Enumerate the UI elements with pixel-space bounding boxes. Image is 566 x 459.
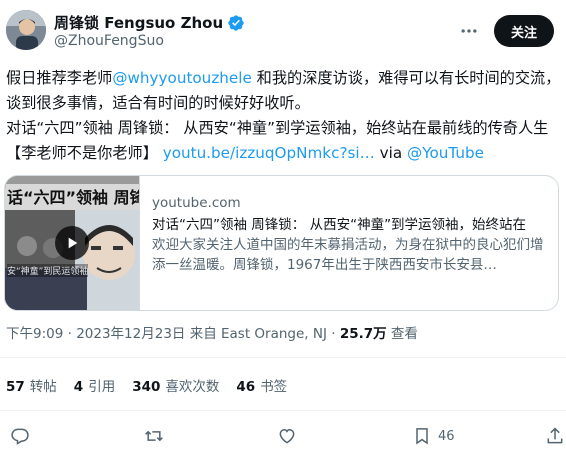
tweet-meta: 下午9:09 · 2023年12月23日 来自 East Orange, NJ …	[6, 322, 418, 342]
action-bar: 46	[0, 424, 566, 448]
via-youtube-link[interactable]: @YouTube	[407, 144, 484, 162]
video-thumbnail[interactable]: 话“六四”领袖 周锋 安“神童”到民运领袖	[5, 176, 139, 310]
divider	[0, 357, 566, 358]
quotes-count: 4	[73, 379, 84, 395]
quotes-stat[interactable]: 4 引用	[74, 375, 115, 395]
bookmarks-label: 书签	[260, 379, 288, 395]
card-domain: youtube.com	[152, 195, 241, 211]
author-name[interactable]: 周锋锁 Fengsuo Zhou	[54, 12, 223, 33]
retweets-label: 转帖	[29, 379, 57, 395]
bookmarks-stat[interactable]: 46 书签	[236, 375, 287, 395]
thumbnail-subtitle-text: 安“神童”到民运领袖	[7, 264, 89, 277]
heart-icon	[279, 428, 295, 444]
timestamp[interactable]: 下午9:09 · 2023年12月23日 来自 East Orange, NJ …	[6, 326, 340, 342]
likes-label: 喜欢次数	[165, 379, 220, 395]
thumbnail-title-text: 话“六四”领袖 周锋	[7, 188, 139, 207]
bookmark-icon	[416, 428, 428, 445]
card-title: 对话“六四”领袖 周锋锁： 从西安“神童”到学运领袖，始终站在	[152, 217, 527, 233]
likes-stat[interactable]: 340 喜欢次数	[132, 375, 219, 395]
avatar[interactable]	[6, 10, 46, 50]
tweet-text-part: 假日推荐李老师	[6, 69, 113, 87]
retweets-count: 57	[6, 379, 25, 395]
card-body: youtube.com 对话“六四”领袖 周锋锁： 从西安“神童”到学运领袖，始…	[139, 176, 558, 310]
card-description: 欢迎大家关注人道中国的年末募捐活动，为身在狱中的良心犯们增添一丝温暖。周锋锁，1…	[152, 237, 544, 273]
mention-link[interactable]: @whyyoutouzhele	[112, 69, 252, 87]
link-preview-card[interactable]: 话“六四”领袖 周锋 安“神童”到民运领袖 youtube.com 对话“六四”…	[4, 175, 559, 311]
retweet-button[interactable]	[144, 424, 164, 448]
bookmarks-count: 46	[236, 379, 256, 395]
engagement-stats: 57 转帖 4 引用 340 喜欢次数 46 书签	[6, 375, 287, 395]
play-icon[interactable]	[55, 226, 89, 260]
likes-count: 340	[132, 379, 161, 395]
quotes-label: 引用	[88, 379, 116, 395]
author-handle[interactable]: @ZhouFengSuo	[54, 33, 164, 49]
tweet-header: 周锋锁 Fengsuo Zhou @ZhouFengSuo 关注	[6, 8, 560, 56]
tweet-text-part: via	[374, 144, 407, 162]
bookmark-count: 46	[438, 428, 455, 444]
share-icon	[547, 427, 563, 444]
reply-icon	[11, 428, 29, 445]
youtube-link[interactable]: youtu.be/izzuqOpNmkc?si…	[163, 144, 375, 162]
tweet-text: 假日推荐李老师@whyyoutouzhele 和我的深度访谈，难得可以有长时间的…	[6, 66, 562, 166]
retweet-icon	[145, 430, 163, 442]
view-count: 25.7万	[339, 326, 387, 342]
like-button[interactable]	[277, 424, 297, 448]
divider	[0, 410, 566, 411]
bookmark-button[interactable]: 46	[412, 424, 455, 448]
views-label: 查看	[386, 326, 418, 342]
retweets-stat[interactable]: 57 转帖	[6, 375, 57, 395]
share-button[interactable]	[545, 424, 565, 448]
more-options-icon[interactable]	[458, 20, 480, 42]
follow-button[interactable]: 关注	[494, 15, 554, 47]
reply-button[interactable]	[10, 424, 30, 448]
verified-badge-icon	[227, 14, 245, 32]
